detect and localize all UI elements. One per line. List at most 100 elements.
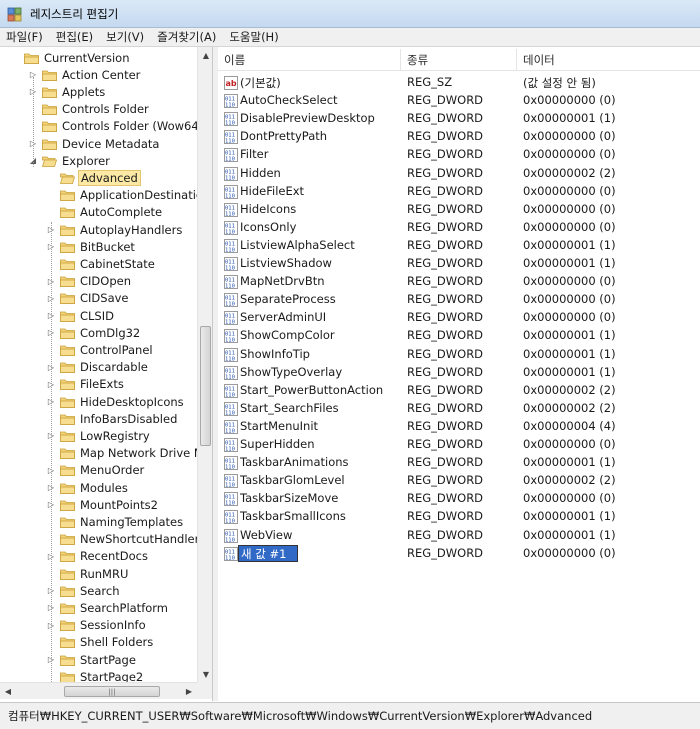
tree-item[interactable]: ▷ SearchPlatform bbox=[46, 599, 170, 616]
column-header-data[interactable]: 데이터 bbox=[517, 49, 700, 71]
registry-value-row[interactable]: 011 110 SeparateProcess REG_DWORD 0x00000000… bbox=[218, 291, 700, 309]
registry-value-row[interactable]: 011 110 ListviewAlphaSelect REG_DWORD 0x0000… bbox=[218, 237, 700, 255]
registry-value-row[interactable]: 011 110 ListviewShadow REG_DWORD 0x00000001 … bbox=[218, 255, 700, 273]
svg-text:110: 110 bbox=[225, 501, 235, 507]
registry-value-row[interactable]: 011 110 TaskbarSmallIcons REG_DWORD 0x000000… bbox=[218, 508, 700, 526]
tree-item[interactable]: ▷ Applets bbox=[28, 83, 107, 100]
tree-item[interactable]: CabinetState bbox=[46, 255, 157, 272]
tree-item[interactable]: NewShortcutHandlers bbox=[46, 531, 207, 548]
registry-value-row[interactable]: 011 110 DisablePreviewDesktop REG_DWORD 0x00… bbox=[218, 110, 700, 128]
value-name: Filter bbox=[240, 147, 269, 162]
folder-icon bbox=[60, 516, 78, 528]
menu-item-2[interactable]: 보기(V) bbox=[106, 29, 144, 45]
tree-item[interactable]: ▷ CIDSave bbox=[46, 290, 131, 307]
registry-value-row[interactable]: 011 110 SuperHidden REG_DWORD 0x00000000 (0) bbox=[218, 436, 700, 454]
tree-item-label: Applets bbox=[62, 84, 106, 99]
menu-item-4[interactable]: 도움말(H) bbox=[229, 29, 278, 45]
tree-item[interactable]: ▷ LowRegistry bbox=[46, 427, 152, 444]
tree-item[interactable]: ▷ MountPoints2 bbox=[46, 496, 160, 513]
scroll-right-arrow-icon[interactable]: ▶ bbox=[181, 683, 197, 700]
registry-value-row[interactable]: 011 110 ShowInfoTip REG_DWORD 0x00000001 (1) bbox=[218, 346, 700, 364]
value-name: Start_SearchFiles bbox=[240, 400, 339, 415]
registry-value-row[interactable]: 011 110 ServerAdminUI REG_DWORD 0x00000000 (… bbox=[218, 309, 700, 327]
tree-item[interactable]: ▷ Search bbox=[46, 582, 122, 599]
tree-item[interactable]: ▷ BitBucket bbox=[46, 238, 137, 255]
scroll-left-arrow-icon[interactable]: ◀ bbox=[0, 683, 16, 700]
tree-vertical-scrollbar[interactable]: ▲ ▼ bbox=[197, 47, 212, 682]
tree-item[interactable]: ▷ Modules bbox=[46, 479, 130, 496]
tree-item[interactable]: ▷ HideDesktopIcons bbox=[46, 393, 186, 410]
tree-item[interactable]: ▷ MenuOrder bbox=[46, 462, 146, 479]
registry-key-tree[interactable]: CurrentVersion ▷ Action Center ▷ Applets Cont… bbox=[0, 47, 213, 701]
registry-value-row[interactable]: 011 110 ShowTypeOverlay REG_DWORD 0x00000001… bbox=[218, 364, 700, 382]
value-data: 0x00000000 (0) bbox=[523, 545, 616, 560]
tree-horizontal-scrollbar[interactable]: ◀ ||| ▶ bbox=[0, 682, 197, 699]
tree-item[interactable]: ▷ FileExts bbox=[46, 376, 126, 393]
tree-item[interactable]: ▷ RecentDocs bbox=[46, 548, 150, 565]
tree-item[interactable]: ▷ Action Center bbox=[28, 66, 142, 83]
registry-value-row[interactable]: 011 110 Hidden REG_DWORD 0x00000002 (2) bbox=[218, 165, 700, 183]
value-name: TaskbarAnimations bbox=[240, 455, 349, 470]
tree-item[interactable]: ▷ Discardable bbox=[46, 359, 150, 376]
tree-item[interactable]: ▷ ComDlg32 bbox=[46, 324, 142, 341]
tree-item[interactable]: AutoComplete bbox=[46, 204, 164, 221]
value-type: REG_SZ bbox=[407, 75, 453, 89]
column-header-type[interactable]: 종류 bbox=[401, 49, 517, 71]
svg-text:110: 110 bbox=[225, 157, 235, 163]
registry-value-row[interactable]: 011 110 StartMenuInit REG_DWORD 0x00000004 (… bbox=[218, 418, 700, 436]
tree-item[interactable]: RunMRU bbox=[46, 565, 130, 582]
tree-item[interactable]: Controls Folder bbox=[28, 101, 151, 118]
tree-item[interactable]: Map Network Drive MRU bbox=[46, 445, 212, 462]
registry-value-row[interactable]: 011 110 AutoCheckSelect REG_DWORD 0x00000000… bbox=[218, 92, 700, 110]
registry-value-row[interactable]: 011 110 TaskbarAnimations REG_DWORD 0x000000… bbox=[218, 454, 700, 472]
tree-item[interactable]: ▷ SessionInfo bbox=[46, 617, 148, 634]
svg-text:110: 110 bbox=[225, 356, 235, 362]
vertical-scroll-thumb[interactable] bbox=[200, 326, 211, 446]
tree-item[interactable]: ▷ CIDOpen bbox=[46, 273, 133, 290]
registry-value-row[interactable]: 011 110 Start_PowerButtonAction REG_DWORD 0x… bbox=[218, 382, 700, 400]
tree-item[interactable]: CurrentVersion bbox=[10, 49, 131, 66]
registry-value-row[interactable]: 011 110 WebView REG_DWORD 0x00000001 (1) bbox=[218, 527, 700, 545]
value-data: 0x00000002 (2) bbox=[523, 400, 616, 415]
value-type: REG_DWORD bbox=[407, 545, 484, 560]
registry-value-row[interactable]: 011 110 IconsOnly REG_DWORD 0x00000000 (0) bbox=[218, 219, 700, 237]
registry-value-row[interactable]: 011 110 Filter REG_DWORD 0x00000000 (0) bbox=[218, 146, 700, 164]
tree-item-label: ComDlg32 bbox=[80, 325, 141, 340]
registry-value-row[interactable]: ab (기본값) REG_SZ (값 설정 안 됨) bbox=[218, 74, 700, 92]
tree-item[interactable]: NamingTemplates bbox=[46, 513, 185, 530]
registry-value-row[interactable]: 011 110 TaskbarGlomLevel REG_DWORD 0x0000000… bbox=[218, 472, 700, 490]
tree-item[interactable]: Shell Folders bbox=[46, 634, 155, 651]
registry-value-row[interactable]: 011 110 새 값 #1 REG_DWORD 0x00000000 (0) bbox=[218, 544, 700, 563]
value-name: StartMenuInit bbox=[240, 418, 319, 433]
value-type: REG_DWORD bbox=[407, 219, 484, 234]
tree-item[interactable]: Controls Folder (Wow64) bbox=[28, 118, 205, 135]
tree-item[interactable]: ApplicationDestinations bbox=[46, 187, 212, 204]
tree-item[interactable]: InfoBarsDisabled bbox=[46, 410, 179, 427]
svg-text:110: 110 bbox=[225, 139, 235, 145]
tree-item[interactable]: ControlPanel bbox=[46, 341, 155, 358]
column-header-name[interactable]: 이름 bbox=[218, 49, 401, 71]
registry-value-row[interactable]: 011 110 TaskbarSizeMove REG_DWORD 0x00000000… bbox=[218, 490, 700, 508]
menu-item-3[interactable]: 즐겨찾기(A) bbox=[157, 29, 216, 45]
menu-item-0[interactable]: 파일(F) bbox=[6, 29, 43, 45]
registry-value-row[interactable]: 011 110 HideFileExt REG_DWORD 0x00000000 (0) bbox=[218, 183, 700, 201]
tree-item[interactable]: ▷ AutoplayHandlers bbox=[46, 221, 184, 238]
tree-item[interactable]: ▷ StartPage bbox=[46, 651, 138, 668]
registry-value-row[interactable]: 011 110 DontPrettyPath REG_DWORD 0x00000000 … bbox=[218, 128, 700, 146]
registry-value-row[interactable]: 011 110 HideIcons REG_DWORD 0x00000000 (0) bbox=[218, 201, 700, 219]
registry-value-row[interactable]: 011 110 Start_SearchFiles REG_DWORD 0x000000… bbox=[218, 400, 700, 418]
tree-item[interactable]: ▷ Device Metadata bbox=[28, 135, 161, 152]
registry-value-row[interactable]: 011 110 ShowCompColor REG_DWORD 0x00000001 (… bbox=[218, 327, 700, 345]
tree-item[interactable]: Advanced bbox=[46, 169, 141, 186]
tree-item[interactable]: ◢ Explorer bbox=[28, 152, 112, 169]
tree-item[interactable]: ▷ CLSID bbox=[46, 307, 116, 324]
scroll-down-arrow-icon[interactable]: ▼ bbox=[198, 666, 212, 682]
dword-value-icon: 011 110 bbox=[224, 419, 238, 434]
registry-value-row[interactable]: 011 110 MapNetDrvBtn REG_DWORD 0x00000000 (0… bbox=[218, 273, 700, 291]
registry-value-list[interactable]: 이름 종류 데이터 ab (기본값) REG_SZ (값 설정 안 됨) 011 110 A… bbox=[218, 47, 700, 701]
scroll-up-arrow-icon[interactable]: ▲ bbox=[198, 47, 212, 63]
menu-item-1[interactable]: 편집(E) bbox=[56, 29, 93, 45]
value-name-edit-field[interactable]: 새 값 #1 bbox=[238, 544, 298, 562]
horizontal-scroll-thumb[interactable]: ||| bbox=[64, 686, 160, 697]
value-type: REG_DWORD bbox=[407, 129, 484, 144]
